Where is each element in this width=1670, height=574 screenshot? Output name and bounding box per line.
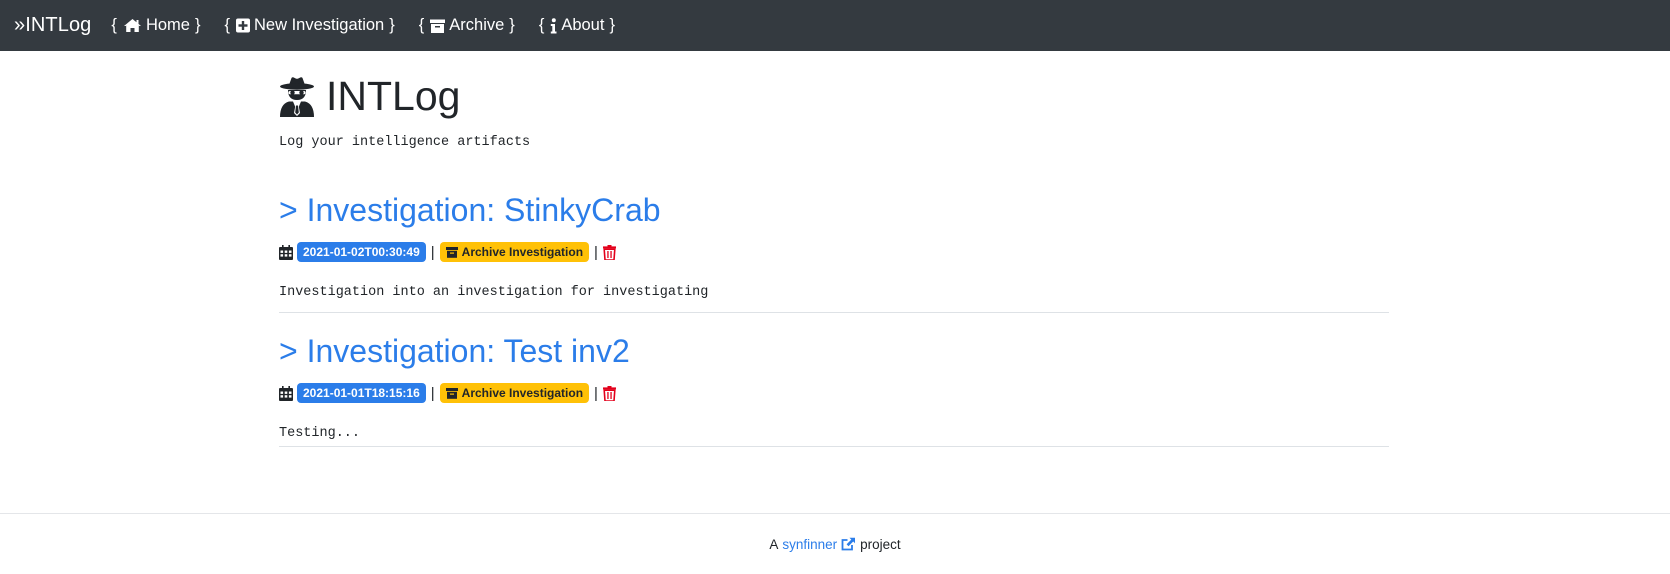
nav-new-investigation[interactable]: { New Investigation } bbox=[224, 16, 394, 35]
date-badge: 2021-01-01T18:15:16 bbox=[297, 383, 426, 403]
brand-link[interactable]: »INTLog bbox=[14, 14, 91, 37]
investigation-description: Testing... bbox=[279, 426, 361, 441]
trash-icon[interactable] bbox=[602, 385, 616, 401]
top-navbar: »INTLog { Home } { New Investigation } {… bbox=[0, 0, 1670, 51]
open-brace: { bbox=[418, 16, 425, 34]
plus-square-icon bbox=[235, 18, 250, 33]
open-brace: { bbox=[538, 16, 545, 34]
nav-home[interactable]: { Home } bbox=[111, 16, 200, 35]
open-brace: { bbox=[224, 16, 230, 34]
archive-icon bbox=[430, 19, 446, 33]
investigation-description: Investigation into an investigation for … bbox=[279, 285, 709, 300]
date-badge: 2021-01-02T00:30:49 bbox=[297, 242, 426, 262]
main-content: INTLog Log your intelligence artifacts >… bbox=[279, 51, 1389, 447]
archive-icon bbox=[445, 246, 458, 258]
archive-investigation-button[interactable]: Archive Investigation bbox=[439, 242, 590, 262]
synfinner-link-label: synfinner bbox=[782, 536, 838, 552]
investigation-meta: 2021-01-02T00:30:49 | Archive Investigat… bbox=[279, 242, 1389, 262]
archive-investigation-button[interactable]: Archive Investigation bbox=[439, 383, 590, 403]
nav-about-label: About bbox=[561, 16, 605, 34]
close-brace: } bbox=[509, 16, 515, 34]
page-footer: A synfinner project bbox=[0, 513, 1670, 574]
external-link-icon bbox=[841, 537, 856, 551]
calendar-icon bbox=[279, 385, 293, 401]
trash-icon[interactable] bbox=[602, 244, 616, 260]
user-secret-icon bbox=[279, 76, 315, 117]
footer-prefix: A bbox=[769, 536, 779, 552]
close-brace: } bbox=[609, 16, 615, 34]
hero-header: INTLog bbox=[279, 72, 1389, 120]
page-tagline: Log your intelligence artifacts bbox=[279, 135, 531, 150]
home-icon bbox=[123, 18, 142, 33]
separator: | bbox=[430, 384, 435, 402]
info-icon bbox=[550, 17, 557, 34]
page-title: INTLog bbox=[326, 72, 461, 119]
close-brace: } bbox=[389, 16, 395, 34]
footer-suffix: project bbox=[860, 536, 901, 552]
calendar-icon bbox=[279, 244, 293, 260]
nav-new-investigation-label: New Investigation bbox=[253, 16, 385, 34]
investigation-card: > Investigation: Test inv2 2021-01-01T18… bbox=[279, 335, 1389, 447]
archive-icon bbox=[445, 387, 458, 399]
separator: | bbox=[430, 243, 435, 261]
nav-archive-label: Archive bbox=[449, 16, 505, 34]
nav-home-label: Home bbox=[145, 16, 190, 34]
investigation-meta: 2021-01-01T18:15:16 | Archive Investigat… bbox=[279, 383, 1389, 403]
archive-investigation-label: Archive Investigation bbox=[461, 386, 584, 400]
synfinner-link[interactable]: synfinner bbox=[782, 537, 856, 552]
nav-about[interactable]: { About } bbox=[539, 16, 615, 35]
open-brace: { bbox=[111, 16, 117, 34]
separator: | bbox=[594, 384, 598, 402]
archive-investigation-label: Archive Investigation bbox=[461, 245, 584, 259]
separator: | bbox=[594, 243, 598, 261]
nav-archive[interactable]: { Archive } bbox=[419, 16, 515, 35]
close-brace: } bbox=[194, 16, 201, 34]
investigation-card: > Investigation: StinkyCrab 2021-01-02T0… bbox=[279, 194, 1389, 313]
investigation-title-link[interactable]: > Investigation: StinkyCrab bbox=[279, 194, 1389, 226]
investigation-title-link[interactable]: > Investigation: Test inv2 bbox=[279, 335, 1389, 367]
